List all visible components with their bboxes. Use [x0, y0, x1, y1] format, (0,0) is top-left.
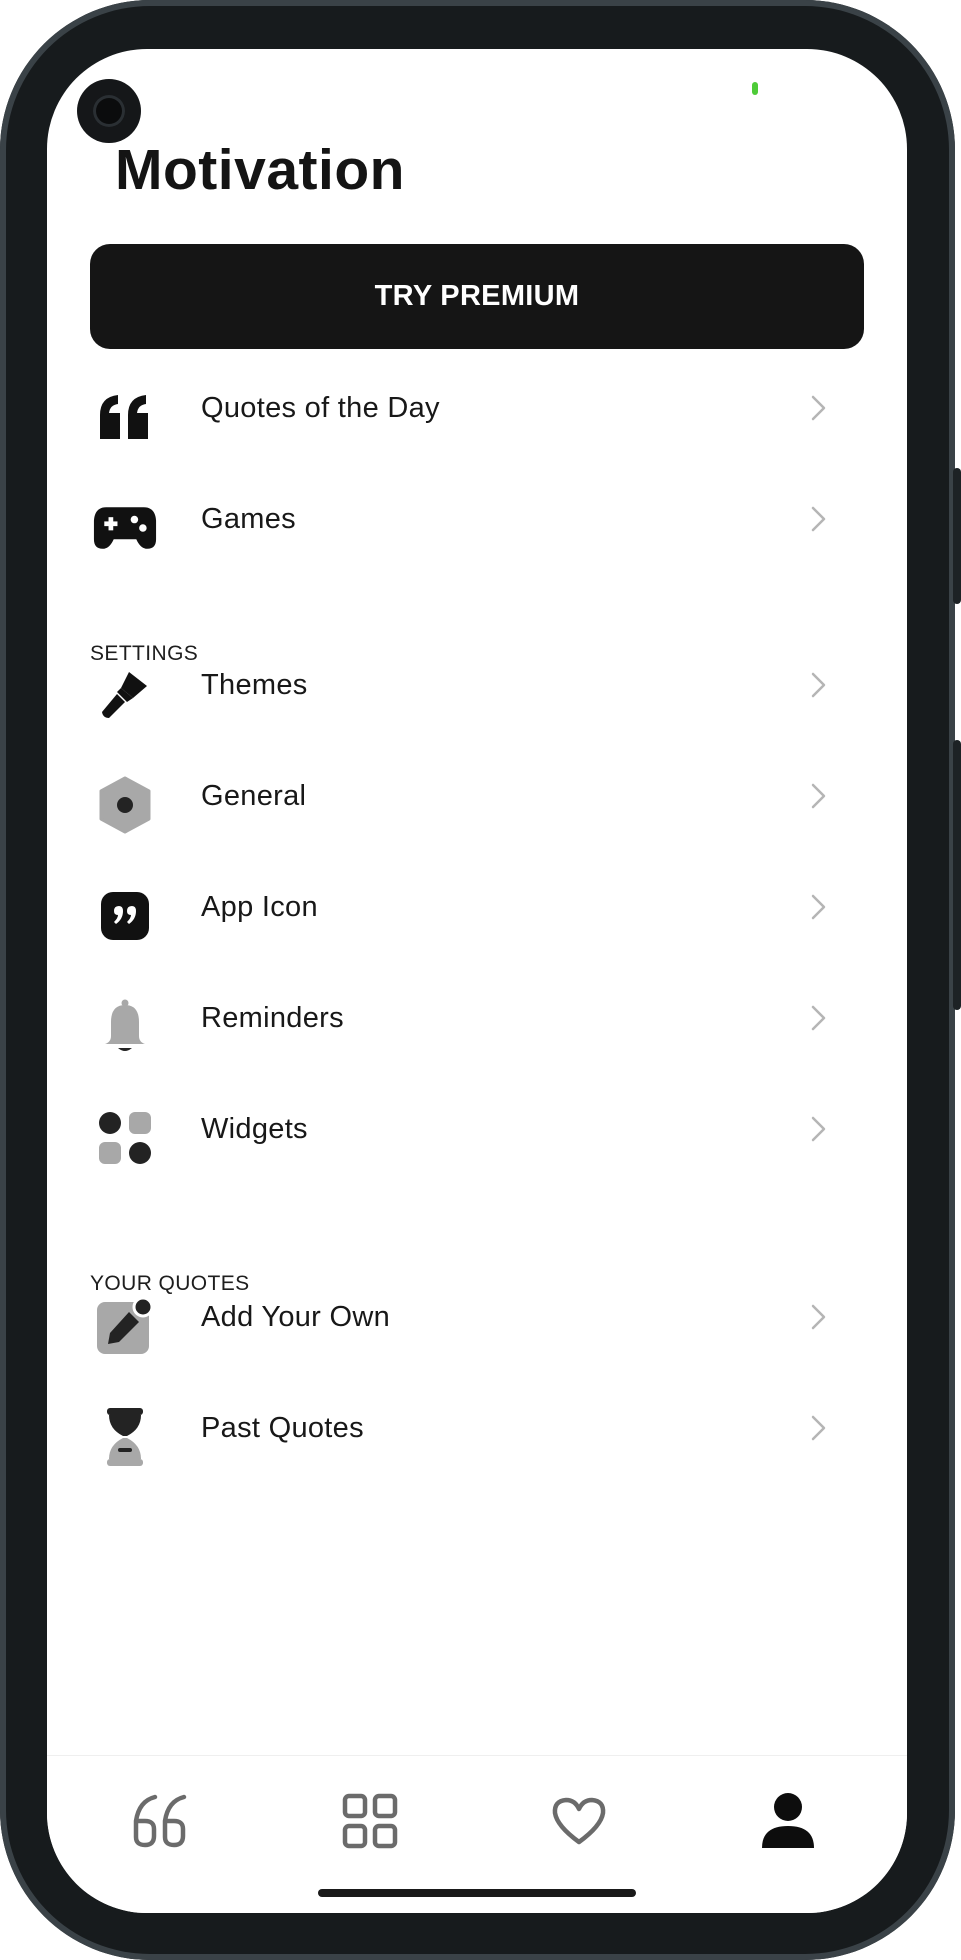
- menu-item-label: General: [201, 780, 307, 812]
- menu-item-add-your-own[interactable]: Add Your Own: [47, 1272, 907, 1362]
- paintbrush-icon: [93, 662, 157, 726]
- chevron-right-icon: [809, 393, 829, 423]
- chevron-right-icon: [809, 1114, 829, 1144]
- gamepad-icon: [93, 496, 157, 560]
- widgets-icon: [93, 1106, 157, 1170]
- home-indicator[interactable]: [318, 1889, 636, 1897]
- menu-item-general[interactable]: General: [47, 751, 907, 841]
- menu-item-label: Reminders: [201, 1002, 344, 1034]
- menu-item-label: Themes: [201, 669, 308, 701]
- chevron-right-icon: [809, 781, 829, 811]
- app-screen: Motivation TRY PREMIUM Quotes of the Day…: [47, 49, 907, 1913]
- app-quote-icon: [93, 884, 157, 948]
- menu-item-quotes-of-the-day[interactable]: Quotes of the Day: [47, 363, 907, 453]
- chevron-right-icon: [809, 1302, 829, 1332]
- menu-item-app-icon[interactable]: App Icon: [47, 862, 907, 952]
- chevron-right-icon: [809, 670, 829, 700]
- chevron-right-icon: [809, 1003, 829, 1033]
- chevron-right-icon: [809, 892, 829, 922]
- heart-icon[interactable]: [544, 1786, 614, 1856]
- hexagon-settings-icon: [93, 773, 157, 837]
- power-button: [953, 740, 961, 1010]
- quote-icon: [93, 385, 157, 449]
- menu-item-past-quotes[interactable]: Past Quotes: [47, 1383, 907, 1473]
- chevron-right-icon: [809, 504, 829, 534]
- menu-item-themes[interactable]: Themes: [47, 640, 907, 730]
- menu-item-label: Games: [201, 503, 296, 535]
- menu-item-reminders[interactable]: Reminders: [47, 973, 907, 1063]
- try-premium-button[interactable]: TRY PREMIUM: [90, 244, 864, 349]
- status-indicator: [752, 82, 758, 95]
- bell-icon: [93, 995, 157, 1059]
- page-title: Motivation: [115, 138, 405, 202]
- menu-item-games[interactable]: Games: [47, 474, 907, 564]
- menu-item-label: Quotes of the Day: [201, 392, 440, 424]
- volume-button: [953, 468, 961, 604]
- menu-item-label: Add Your Own: [201, 1301, 391, 1333]
- menu-item-widgets[interactable]: Widgets: [47, 1084, 907, 1174]
- menu-item-label: Widgets: [201, 1113, 308, 1145]
- edit-note-icon: [93, 1294, 157, 1358]
- menu-item-label: Past Quotes: [201, 1412, 364, 1444]
- menu-item-label: App Icon: [201, 891, 318, 923]
- hourglass-icon: [93, 1405, 157, 1469]
- chevron-right-icon: [809, 1413, 829, 1443]
- quotes-tab-icon[interactable]: [126, 1786, 196, 1856]
- front-camera: [77, 79, 141, 143]
- categories-grid-icon[interactable]: [335, 1786, 405, 1856]
- profile-icon[interactable]: [753, 1786, 823, 1856]
